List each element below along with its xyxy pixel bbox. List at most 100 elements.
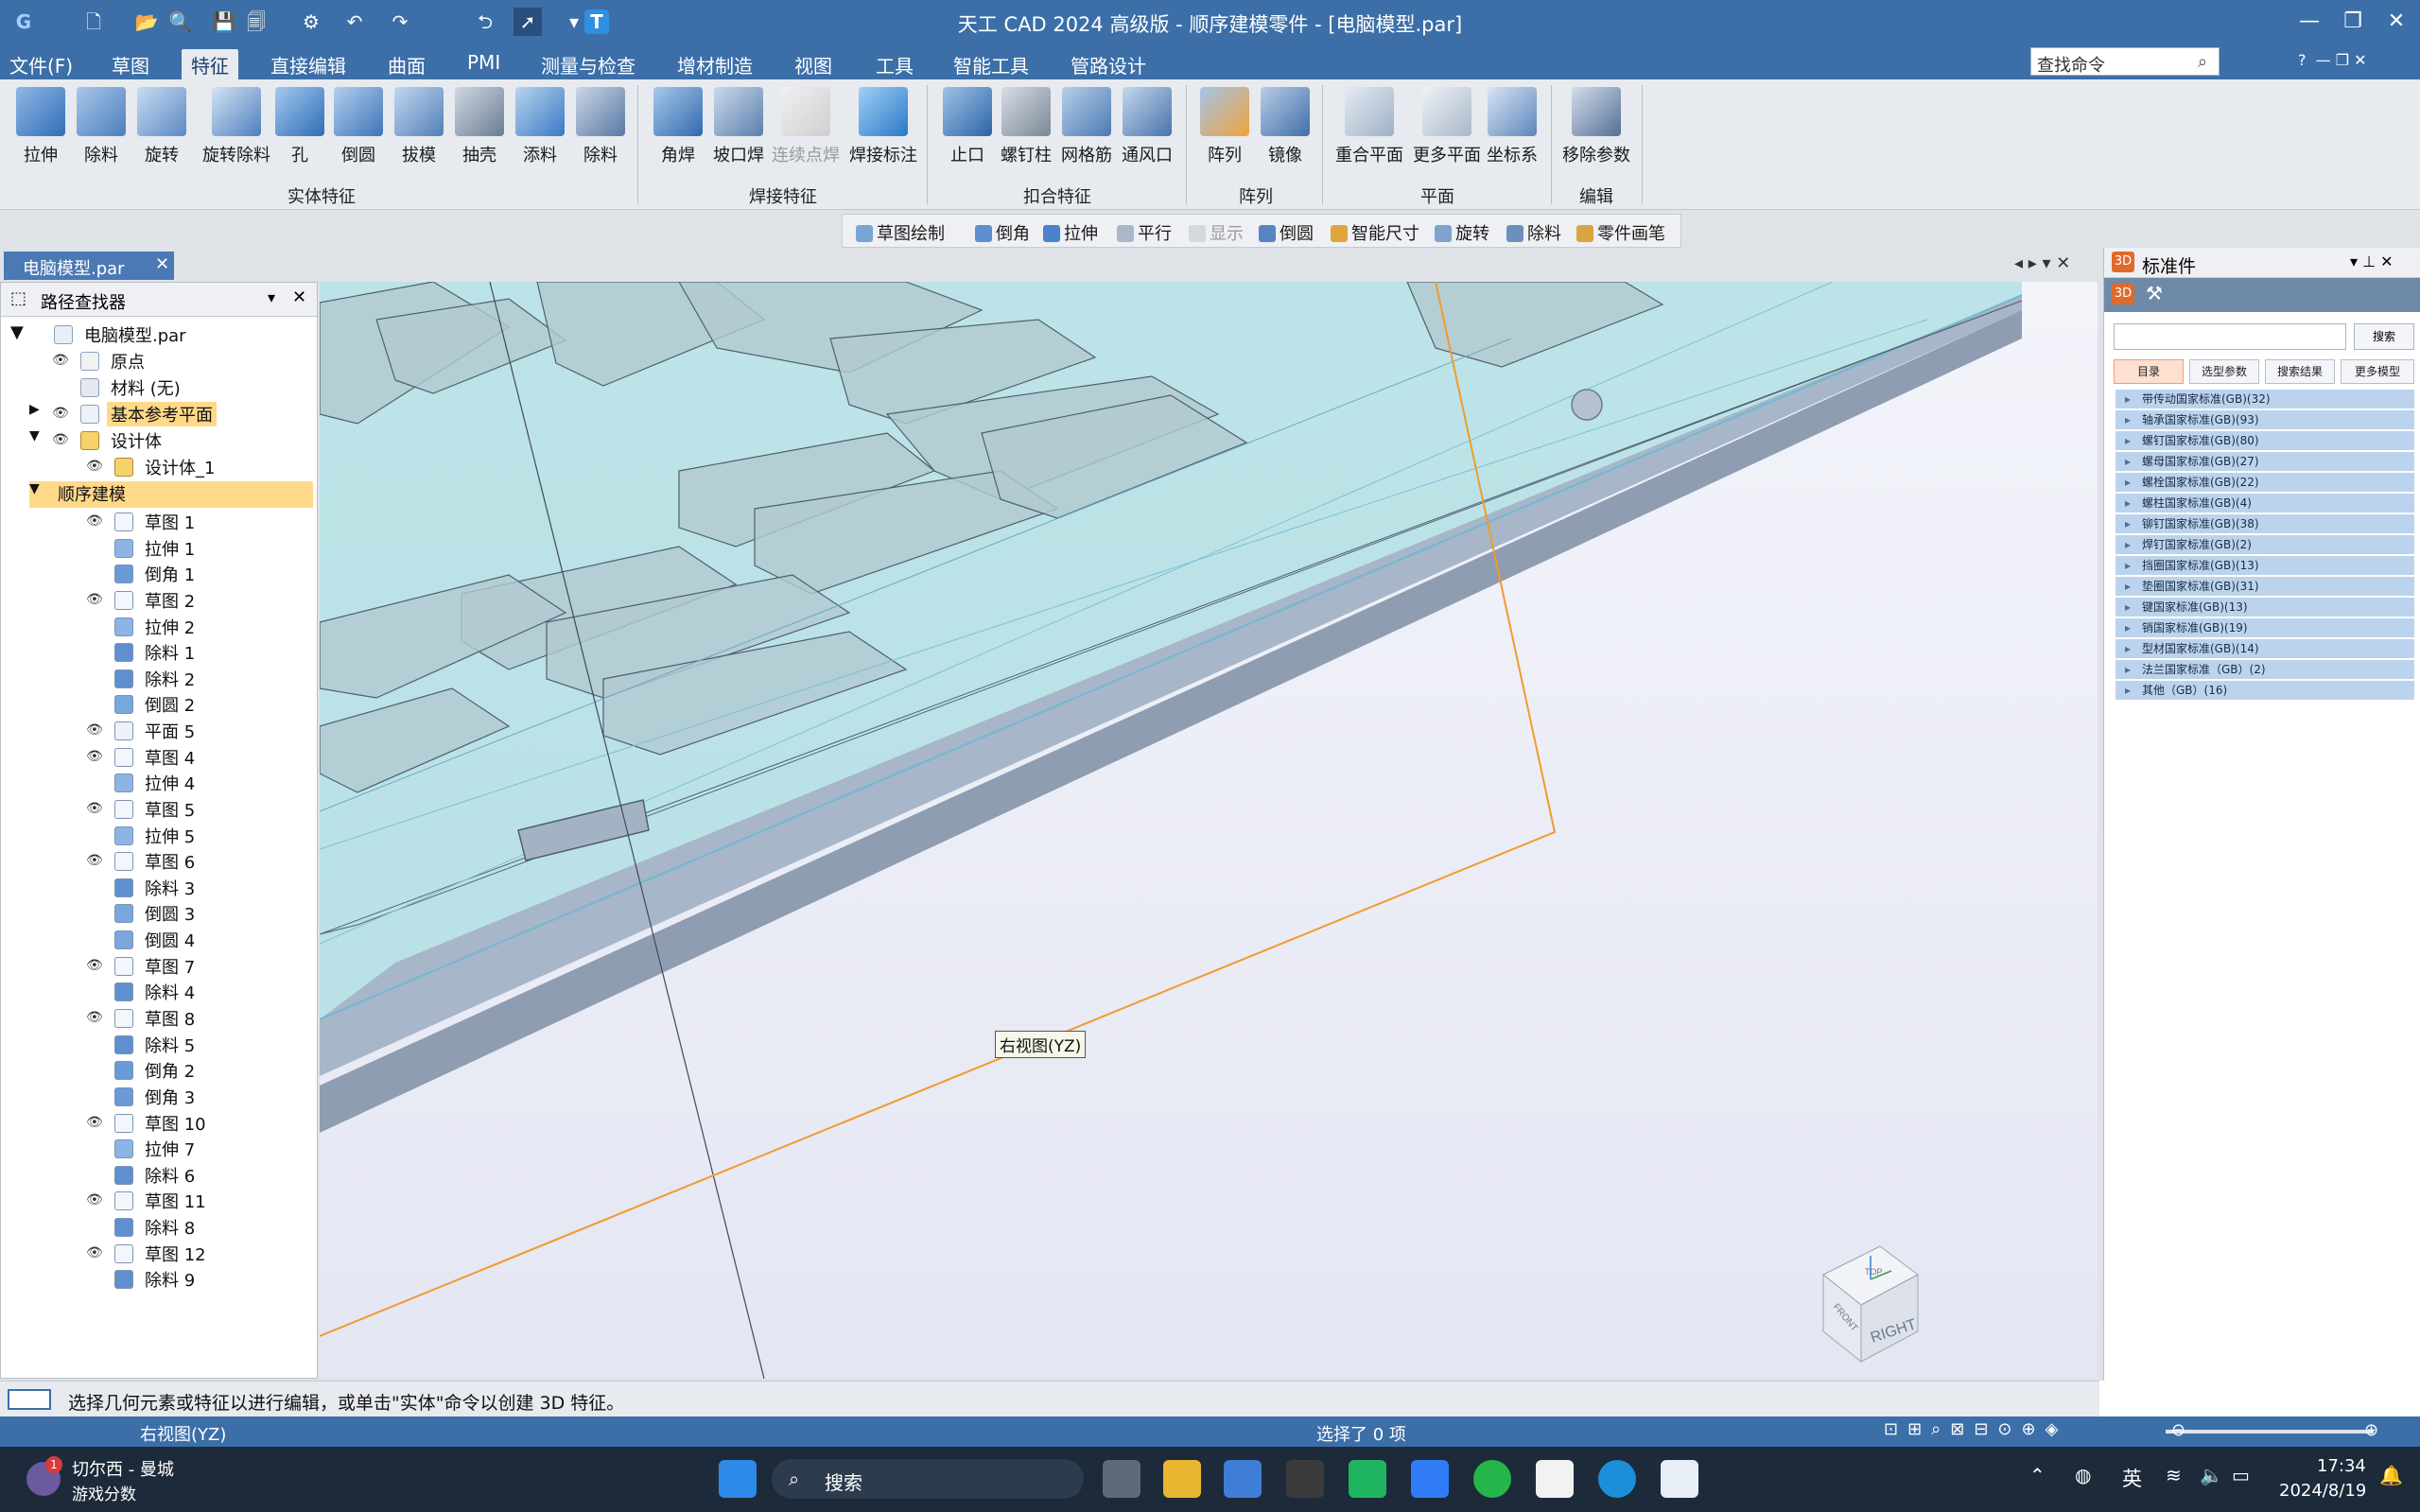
fillet-weld-button[interactable]: 角焊 <box>647 87 709 166</box>
clock-time[interactable]: 17:34 <box>2317 1456 2366 1476</box>
tiangong-cad-icon[interactable] <box>1661 1460 1698 1498</box>
groove-weld-button[interactable]: 坡口焊 <box>707 87 770 166</box>
3d-parts-icon[interactable]: 3D <box>2112 284 2134 304</box>
menu-sketch[interactable]: 草图 <box>112 51 149 78</box>
unity-icon[interactable] <box>1286 1460 1324 1498</box>
menu-file[interactable]: 文件(F) <box>9 51 73 78</box>
document-tab[interactable]: 电脑模型.par ✕ <box>4 252 174 280</box>
eye-icon[interactable]: 👁 <box>86 1115 103 1130</box>
view-controls-icon[interactable]: ⊡⊞⌕⊠⊟⊙⊕◈ <box>1884 1419 2067 1439</box>
game-icon[interactable] <box>1349 1460 1386 1498</box>
parallel-button[interactable]: 平行 <box>1117 220 1172 245</box>
pattern-button[interactable]: 阵列 <box>1193 87 1256 166</box>
smart-dimension-button[interactable]: 智能尺寸 <box>1331 220 1419 245</box>
eye-icon[interactable]: 👁 <box>86 1245 103 1260</box>
category-item[interactable]: 螺柱国家标准(GB)(4) <box>2115 494 2414 513</box>
category-item[interactable]: 螺钉国家标准(GB)(80) <box>2115 431 2414 451</box>
collapse-icon[interactable]: ▼ <box>29 428 40 443</box>
menu-feature[interactable]: 特征 <box>182 49 238 80</box>
menu-direct-edit[interactable]: 直接编辑 <box>270 51 346 78</box>
eye-icon[interactable]: 👁 <box>86 1192 103 1208</box>
tree-ordered[interactable]: ▼ 顺序建模 <box>29 481 313 508</box>
store-icon[interactable] <box>1224 1460 1262 1498</box>
web-network-button[interactable]: 网格筋 <box>1055 87 1118 166</box>
eye-icon[interactable]: 👁 <box>52 432 69 447</box>
menu-additive[interactable]: 增材制造 <box>677 51 753 78</box>
eye-icon[interactable]: 👁 <box>86 722 103 738</box>
collapse-icon[interactable]: ▼ <box>10 322 24 342</box>
category-item[interactable]: 法兰国家标准（GB）(2) <box>2115 660 2414 680</box>
category-item[interactable]: 螺栓国家标准(GB)(22) <box>2115 473 2414 493</box>
round-cmd-button[interactable]: 倒圆 <box>1259 220 1314 245</box>
eye-icon[interactable]: 👁 <box>86 801 103 816</box>
category-item[interactable]: 键国家标准(GB)(13) <box>2115 598 2414 617</box>
chamfer-button[interactable]: 倒角 <box>975 220 1030 245</box>
task-view-icon[interactable] <box>1103 1460 1140 1498</box>
remove-material-button[interactable]: 除料 <box>569 87 632 166</box>
eye-icon[interactable]: 👁 <box>52 353 69 368</box>
category-item[interactable]: 销国家标准(GB)(19) <box>2115 618 2414 638</box>
cut-cmd-button[interactable]: 除料 <box>1506 220 1561 245</box>
spot-weld-button[interactable]: 连续点焊 <box>770 87 842 166</box>
menu-pmi[interactable]: PMI <box>467 51 500 74</box>
zoom-in-icon[interactable]: ⊕ <box>2364 1420 2378 1440</box>
panel-menu-icon[interactable]: ▾ <box>268 288 275 306</box>
category-item[interactable]: 型材国家标准(GB)(14) <box>2115 639 2414 659</box>
category-item[interactable]: 带传动国家标准(GB)(32) <box>2115 390 2414 409</box>
menu-surface[interactable]: 曲面 <box>388 51 426 78</box>
help-icon[interactable]: ? — ❐ ✕ <box>2298 51 2367 69</box>
tray-chevron-icon[interactable]: ⌃ <box>2029 1464 2046 1486</box>
std-search-input[interactable] <box>2114 323 2346 350</box>
edge-icon[interactable] <box>1598 1460 1636 1498</box>
hole-button[interactable]: 孔 <box>269 87 331 166</box>
minimize-icon[interactable]: — <box>2292 8 2326 36</box>
expand-icon[interactable]: ▶ <box>29 402 40 417</box>
revolve-cmd-button[interactable]: 旋转 <box>1435 220 1489 245</box>
round-button[interactable]: 倒圆 <box>327 87 390 166</box>
eye-icon[interactable]: 👁 <box>86 749 103 764</box>
close-tab-icon[interactable]: ✕ <box>155 254 169 274</box>
ime-indicator[interactable]: 英 <box>2122 1464 2142 1492</box>
category-item[interactable]: 其他（GB）(16) <box>2115 681 2414 701</box>
category-item[interactable]: 铆钉国家标准(GB)(38) <box>2115 514 2414 534</box>
tray-app-icon[interactable]: ◍ <box>2075 1464 2091 1486</box>
3d-viewport[interactable]: RIGHT FRONT TOP 右视图(YZ) <box>320 282 2098 1379</box>
revolve-button[interactable]: 旋转 <box>131 87 193 166</box>
tab-selection-params[interactable]: 选型参数 <box>2189 359 2259 384</box>
menu-pipe-design[interactable]: 管路设计 <box>1071 51 1146 78</box>
std-search-button[interactable]: 搜索 <box>2354 323 2414 350</box>
wechat-icon[interactable] <box>1473 1460 1511 1498</box>
menu-measure[interactable]: 测量与检查 <box>541 51 635 78</box>
eye-icon[interactable]: 👁 <box>86 592 103 607</box>
mirror-button[interactable]: 镜像 <box>1254 87 1316 166</box>
mounting-boss-button[interactable]: 螺钉柱 <box>995 87 1057 166</box>
extrude-button[interactable]: 拉伸 <box>9 87 72 166</box>
add-material-button[interactable]: 添料 <box>509 87 571 166</box>
tab-nav-icon[interactable]: ◂ ▸ ▾ ✕ <box>2014 253 2070 273</box>
windows-start-icon[interactable] <box>719 1460 757 1498</box>
part-painter-button[interactable]: 零件画笔 <box>1576 220 1665 245</box>
menu-view[interactable]: 视图 <box>794 51 832 78</box>
remove-parameters-button[interactable]: 移除参数 <box>1558 87 1634 166</box>
battery-icon[interactable]: ▭ <box>2232 1464 2250 1486</box>
category-item[interactable]: 焊钉国家标准(GB)(2) <box>2115 535 2414 555</box>
revolve-cut-button[interactable]: 旋转除料 <box>199 87 274 166</box>
eye-icon[interactable]: 👁 <box>86 1010 103 1025</box>
draft-button[interactable]: 拔模 <box>388 87 450 166</box>
maximize-icon[interactable]: ❐ <box>2336 8 2370 36</box>
command-search-input[interactable]: 查找命令 ⌕ <box>2030 47 2220 76</box>
category-item[interactable]: 螺母国家标准(GB)(27) <box>2115 452 2414 472</box>
sketch-draw-button[interactable]: 草图绘制 <box>856 220 945 245</box>
tab-search-results[interactable]: 搜索结果 <box>2265 359 2335 384</box>
show-button[interactable]: 显示 <box>1189 220 1244 245</box>
eye-icon[interactable]: 👁 <box>86 459 103 474</box>
category-item[interactable]: 挡圈国家标准(GB)(13) <box>2115 556 2414 576</box>
volume-icon[interactable]: 🔈 <box>2200 1464 2223 1486</box>
qq-icon[interactable] <box>1536 1460 1574 1498</box>
coordinate-system-button[interactable]: 坐标系 <box>1481 87 1543 166</box>
shell-button[interactable]: 抽壳 <box>448 87 511 166</box>
close-icon[interactable]: ✕ <box>2379 8 2413 36</box>
panel-close-icon[interactable]: ✕ <box>292 287 306 307</box>
feishu-icon[interactable] <box>1411 1460 1449 1498</box>
weld-annotation-button[interactable]: 焊接标注 <box>847 87 919 166</box>
